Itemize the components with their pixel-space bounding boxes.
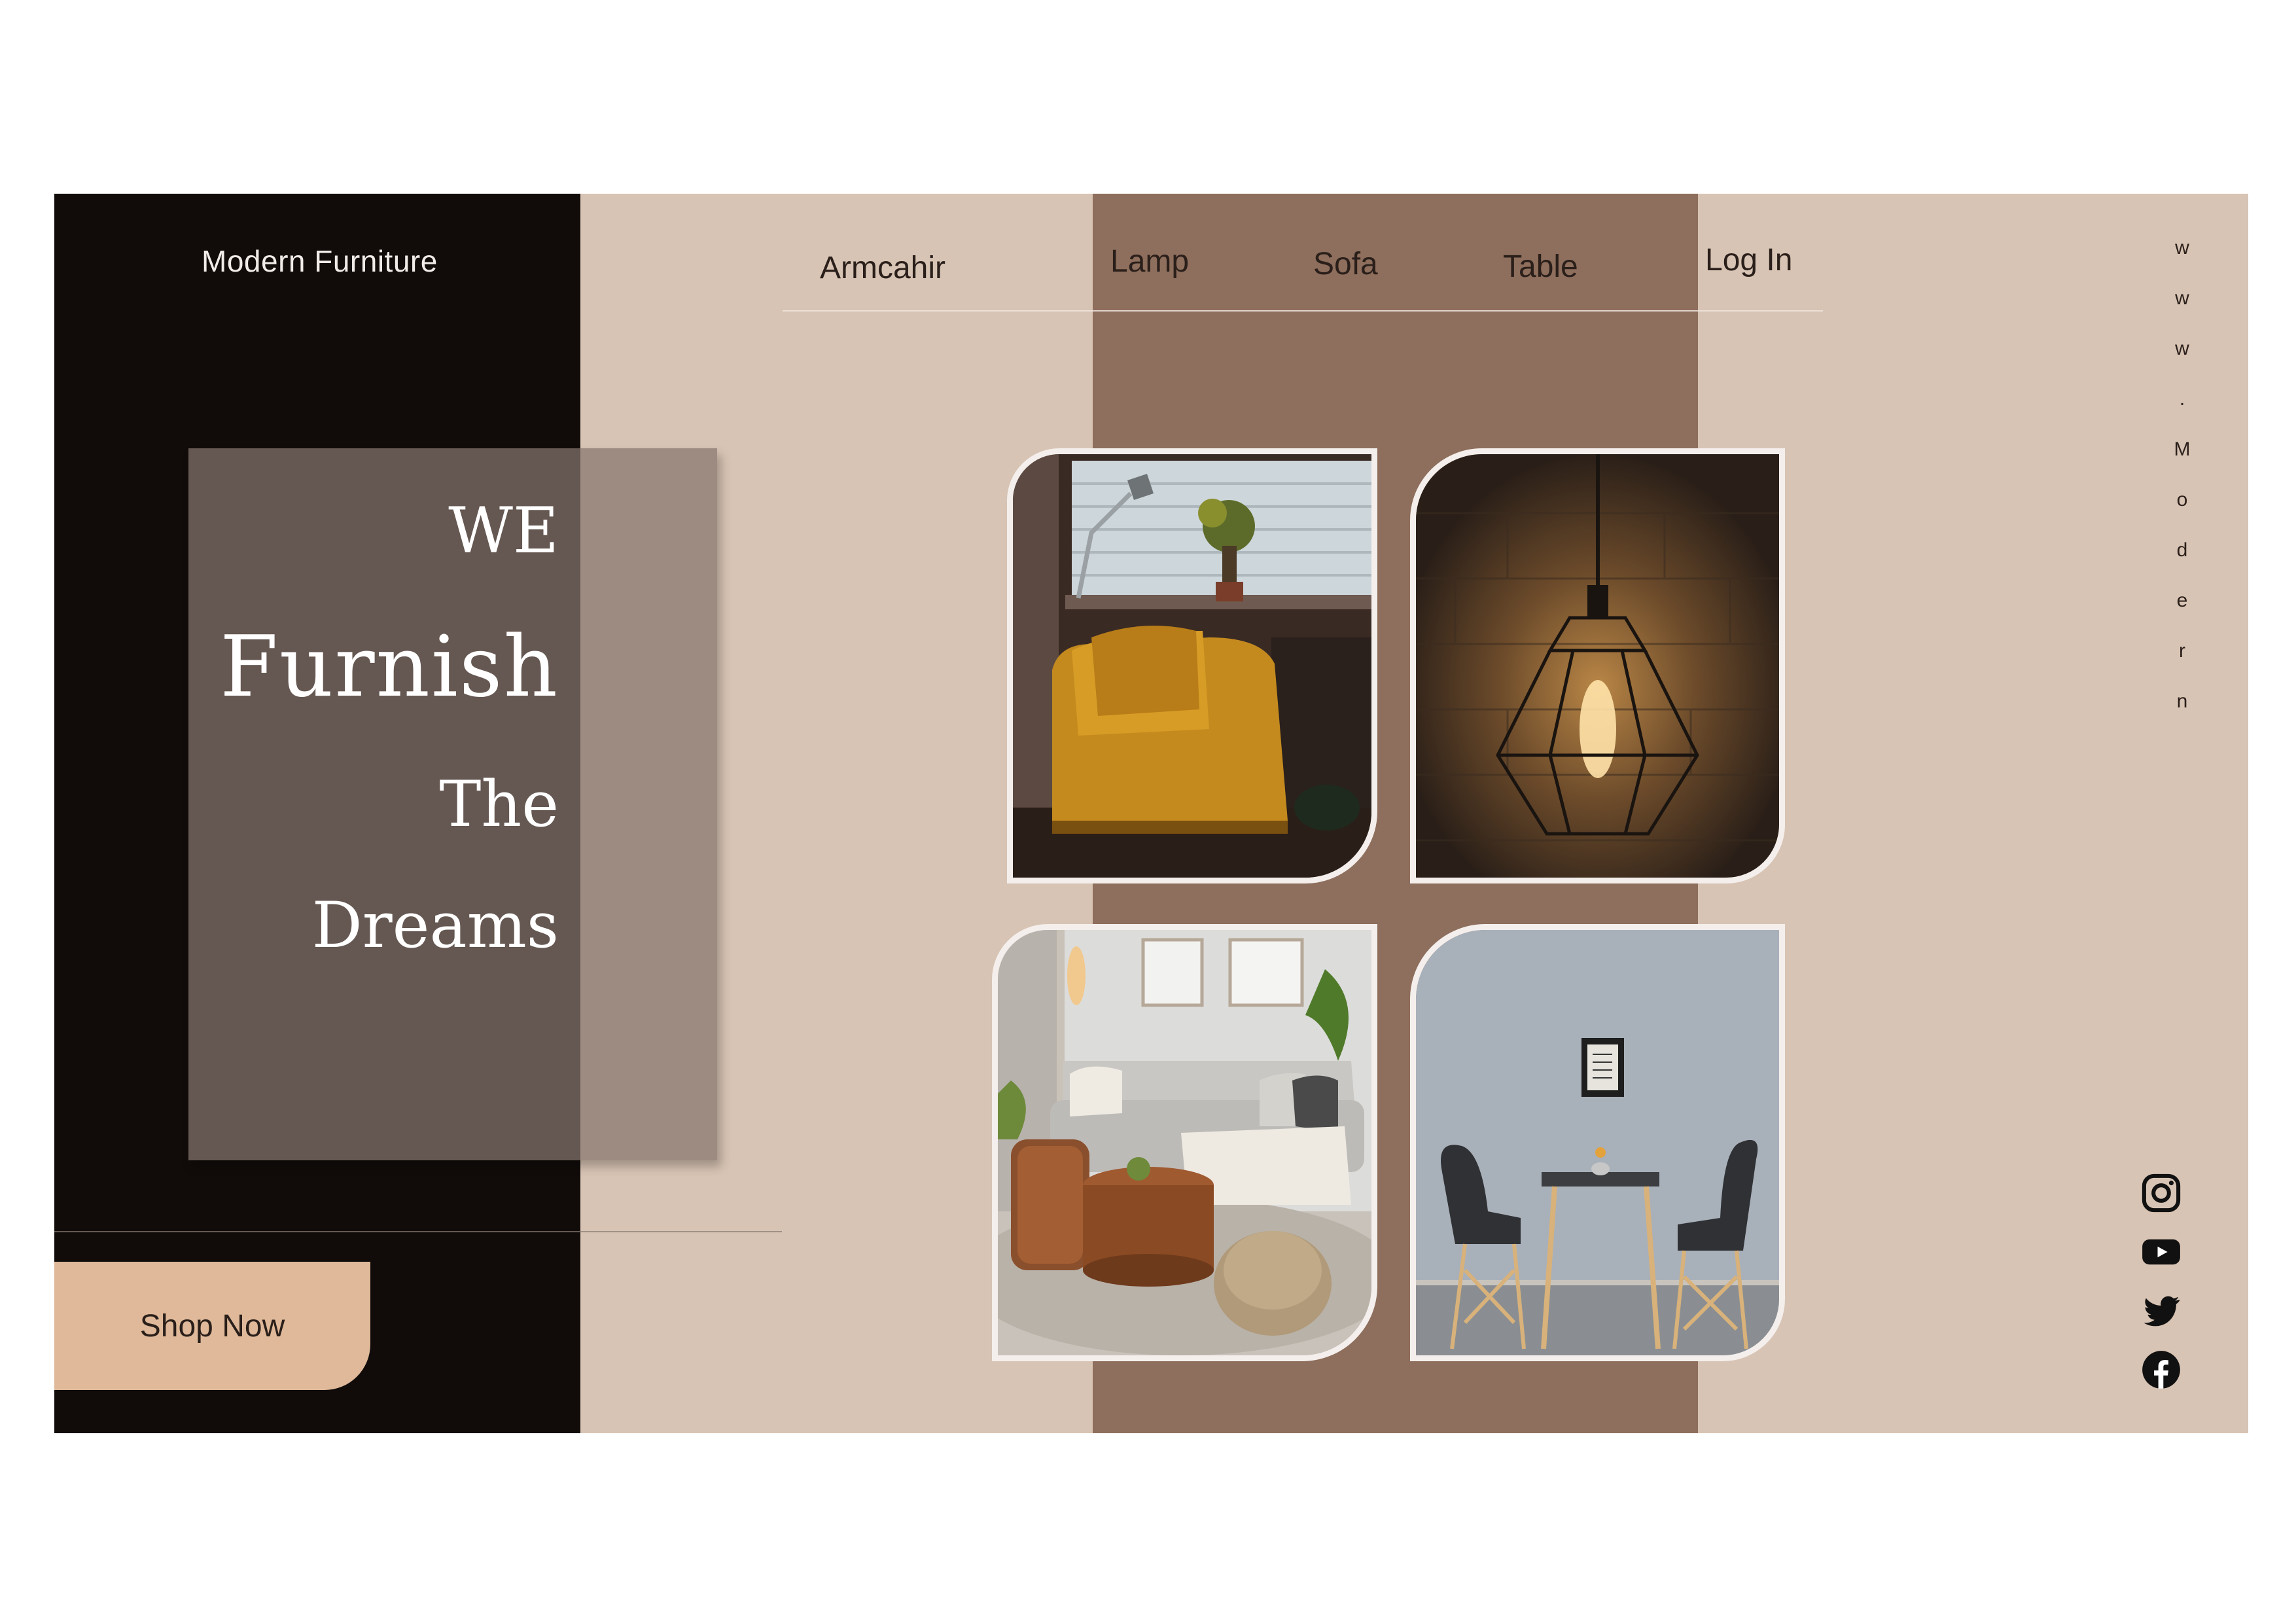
hero-divider bbox=[54, 1231, 782, 1232]
login-link[interactable]: Log In bbox=[1705, 242, 1792, 278]
table-photo[interactable] bbox=[1410, 924, 1785, 1361]
vertical-char: . bbox=[2179, 388, 2185, 410]
hero-line-we: WE bbox=[448, 494, 559, 567]
nav-underline bbox=[783, 310, 1823, 312]
shop-now-button[interactable]: Shop Now bbox=[54, 1262, 370, 1390]
vertical-website-text: w w w . M o d e r n bbox=[2166, 223, 2199, 726]
vertical-char: d bbox=[2176, 539, 2188, 561]
vertical-char: n bbox=[2176, 690, 2188, 712]
brand-name[interactable]: Modern Furniture bbox=[202, 243, 438, 279]
instagram-icon[interactable] bbox=[2140, 1171, 2183, 1215]
nav-item-table[interactable]: Table bbox=[1503, 249, 1578, 285]
facebook-icon[interactable] bbox=[2140, 1348, 2183, 1391]
youtube-icon[interactable] bbox=[2140, 1230, 2183, 1274]
vertical-char: w bbox=[2175, 287, 2189, 309]
armchair-photo[interactable] bbox=[1007, 448, 1377, 883]
nav-item-sofa[interactable]: Sofa bbox=[1313, 246, 1378, 282]
lamp-photo[interactable] bbox=[1410, 448, 1785, 883]
sofa-image bbox=[998, 930, 1371, 1355]
hero-line-dreams: Dreams bbox=[311, 889, 559, 962]
vertical-char: w bbox=[2175, 237, 2189, 259]
armchair-image bbox=[1013, 454, 1371, 878]
hero-line-furnish: Furnish bbox=[220, 618, 559, 716]
vertical-char: M bbox=[2174, 438, 2191, 460]
lamp-image bbox=[1416, 454, 1779, 878]
vertical-char: o bbox=[2176, 489, 2188, 510]
twitter-icon[interactable] bbox=[2140, 1289, 2183, 1332]
table-image bbox=[1416, 930, 1779, 1355]
nav-item-lamp[interactable]: Lamp bbox=[1110, 243, 1189, 279]
vertical-char: r bbox=[2179, 640, 2185, 662]
sofa-photo[interactable] bbox=[992, 924, 1377, 1361]
nav-item-armchair[interactable]: Armcahir bbox=[820, 250, 945, 286]
vertical-char: w bbox=[2175, 338, 2189, 359]
vertical-char: e bbox=[2176, 590, 2188, 611]
hero-line-the: The bbox=[439, 768, 559, 841]
